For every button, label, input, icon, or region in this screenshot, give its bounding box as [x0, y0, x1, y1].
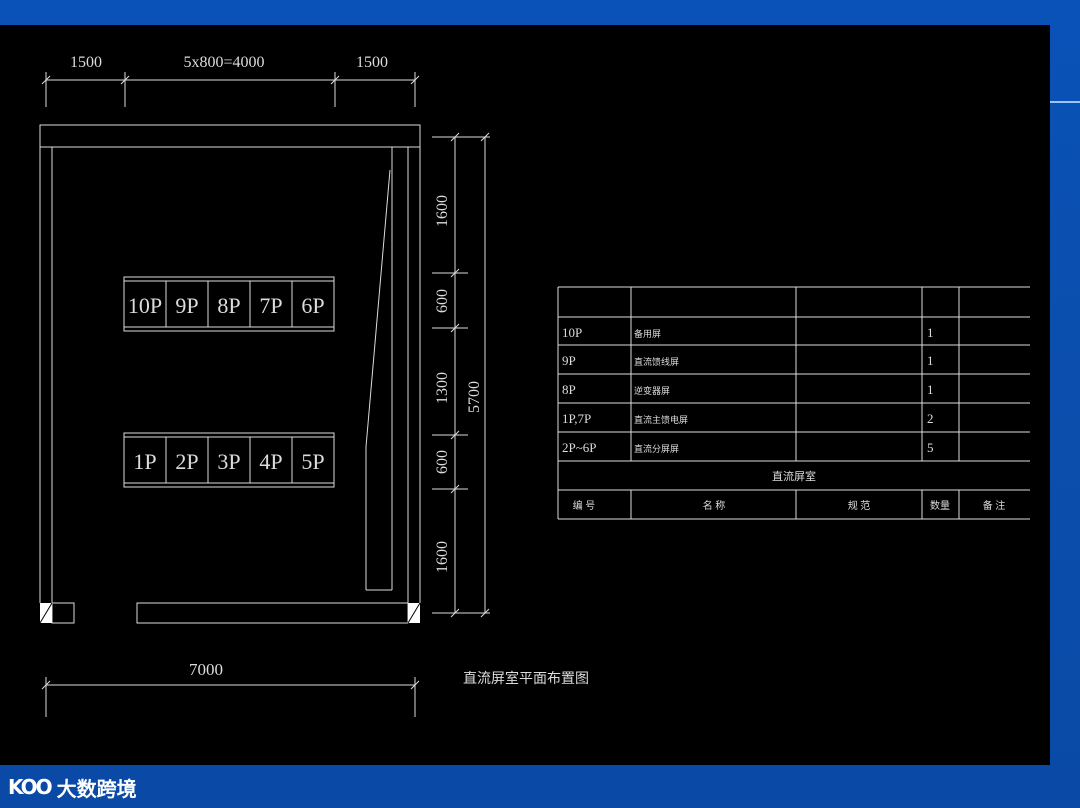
- panel-label: 5P: [301, 449, 324, 474]
- table-cell-id: 9P: [562, 353, 576, 368]
- panel-label: 4P: [259, 449, 282, 474]
- dim-right-1: 1600: [434, 195, 451, 227]
- panel-label: 1P: [133, 449, 156, 474]
- brand-logo: KOO 大数跨境: [8, 772, 137, 802]
- table-cell-id: 10P: [562, 325, 582, 340]
- table-cell-name: 直流馈线屏: [634, 356, 679, 367]
- table-cell-qty: 1: [927, 325, 934, 340]
- table-header-id: 编 号: [573, 499, 596, 512]
- drawing-caption: 直流屏室平面布置图: [463, 670, 589, 687]
- table-cell-qty: 1: [927, 382, 934, 397]
- table-header-name: 名 称: [703, 499, 726, 512]
- table-header-qty: 数量: [930, 499, 950, 512]
- table-header-note: 备 注: [983, 499, 1006, 512]
- table-cell-name: 直流主馈电屏: [634, 414, 688, 425]
- panel-label: 7P: [259, 293, 282, 318]
- dim-top-left: 1500: [70, 54, 102, 71]
- logo-name: 大数跨境: [56, 776, 137, 801]
- table-header-spec: 规 范: [848, 499, 871, 512]
- table-cell-id: 8P: [562, 382, 576, 397]
- dim-right-2: 600: [434, 289, 451, 313]
- dim-right-4: 600: [434, 450, 451, 474]
- slide-accent-line: [1050, 101, 1080, 103]
- table-cell-name: 逆变器屏: [634, 385, 670, 396]
- panel-label: 9P: [175, 293, 198, 318]
- table-cell-qty: 2: [927, 411, 934, 426]
- floor-plan-svg: 10P 9P 8P 7P 6P 1P 2P 3P 4P 5P 1500 5x800=4000 1…: [39, 54, 1030, 717]
- table-cell-qty: 5: [927, 440, 934, 455]
- logo-mark: KOO: [8, 775, 53, 799]
- table-cell-name: 直流分屏屏: [634, 443, 679, 454]
- dim-top-right: 1500: [356, 54, 388, 71]
- cad-drawing-canvas: 10P 9P 8P 7P 6P 1P 2P 3P 4P 5P 1500 5x800=4000 1…: [0, 25, 1050, 765]
- table-title: 直流屏室: [772, 469, 816, 483]
- panel-label: 10P: [128, 293, 162, 318]
- panel-label: 3P: [217, 449, 240, 474]
- dim-right-5: 1600: [434, 541, 451, 573]
- dim-top-middle: 5x800=4000: [183, 54, 264, 71]
- table-cell-id: 1P,7P: [562, 411, 591, 426]
- table-cell-name: 备用屏: [634, 328, 661, 339]
- panel-label: 2P: [175, 449, 198, 474]
- panel-label: 6P: [301, 293, 324, 318]
- panel-row-top: 10P 9P 8P 7P 6P: [123, 276, 335, 332]
- table-cell-id: 2P~6P: [562, 440, 597, 455]
- table-cell-qty: 1: [927, 353, 934, 368]
- dim-total-width: 7000: [189, 660, 223, 679]
- panel-row-bottom: 1P 2P 3P 4P 5P: [123, 432, 335, 488]
- dim-total-height: 5700: [466, 381, 483, 413]
- dim-right-3: 1300: [434, 372, 451, 404]
- panel-label: 8P: [217, 293, 240, 318]
